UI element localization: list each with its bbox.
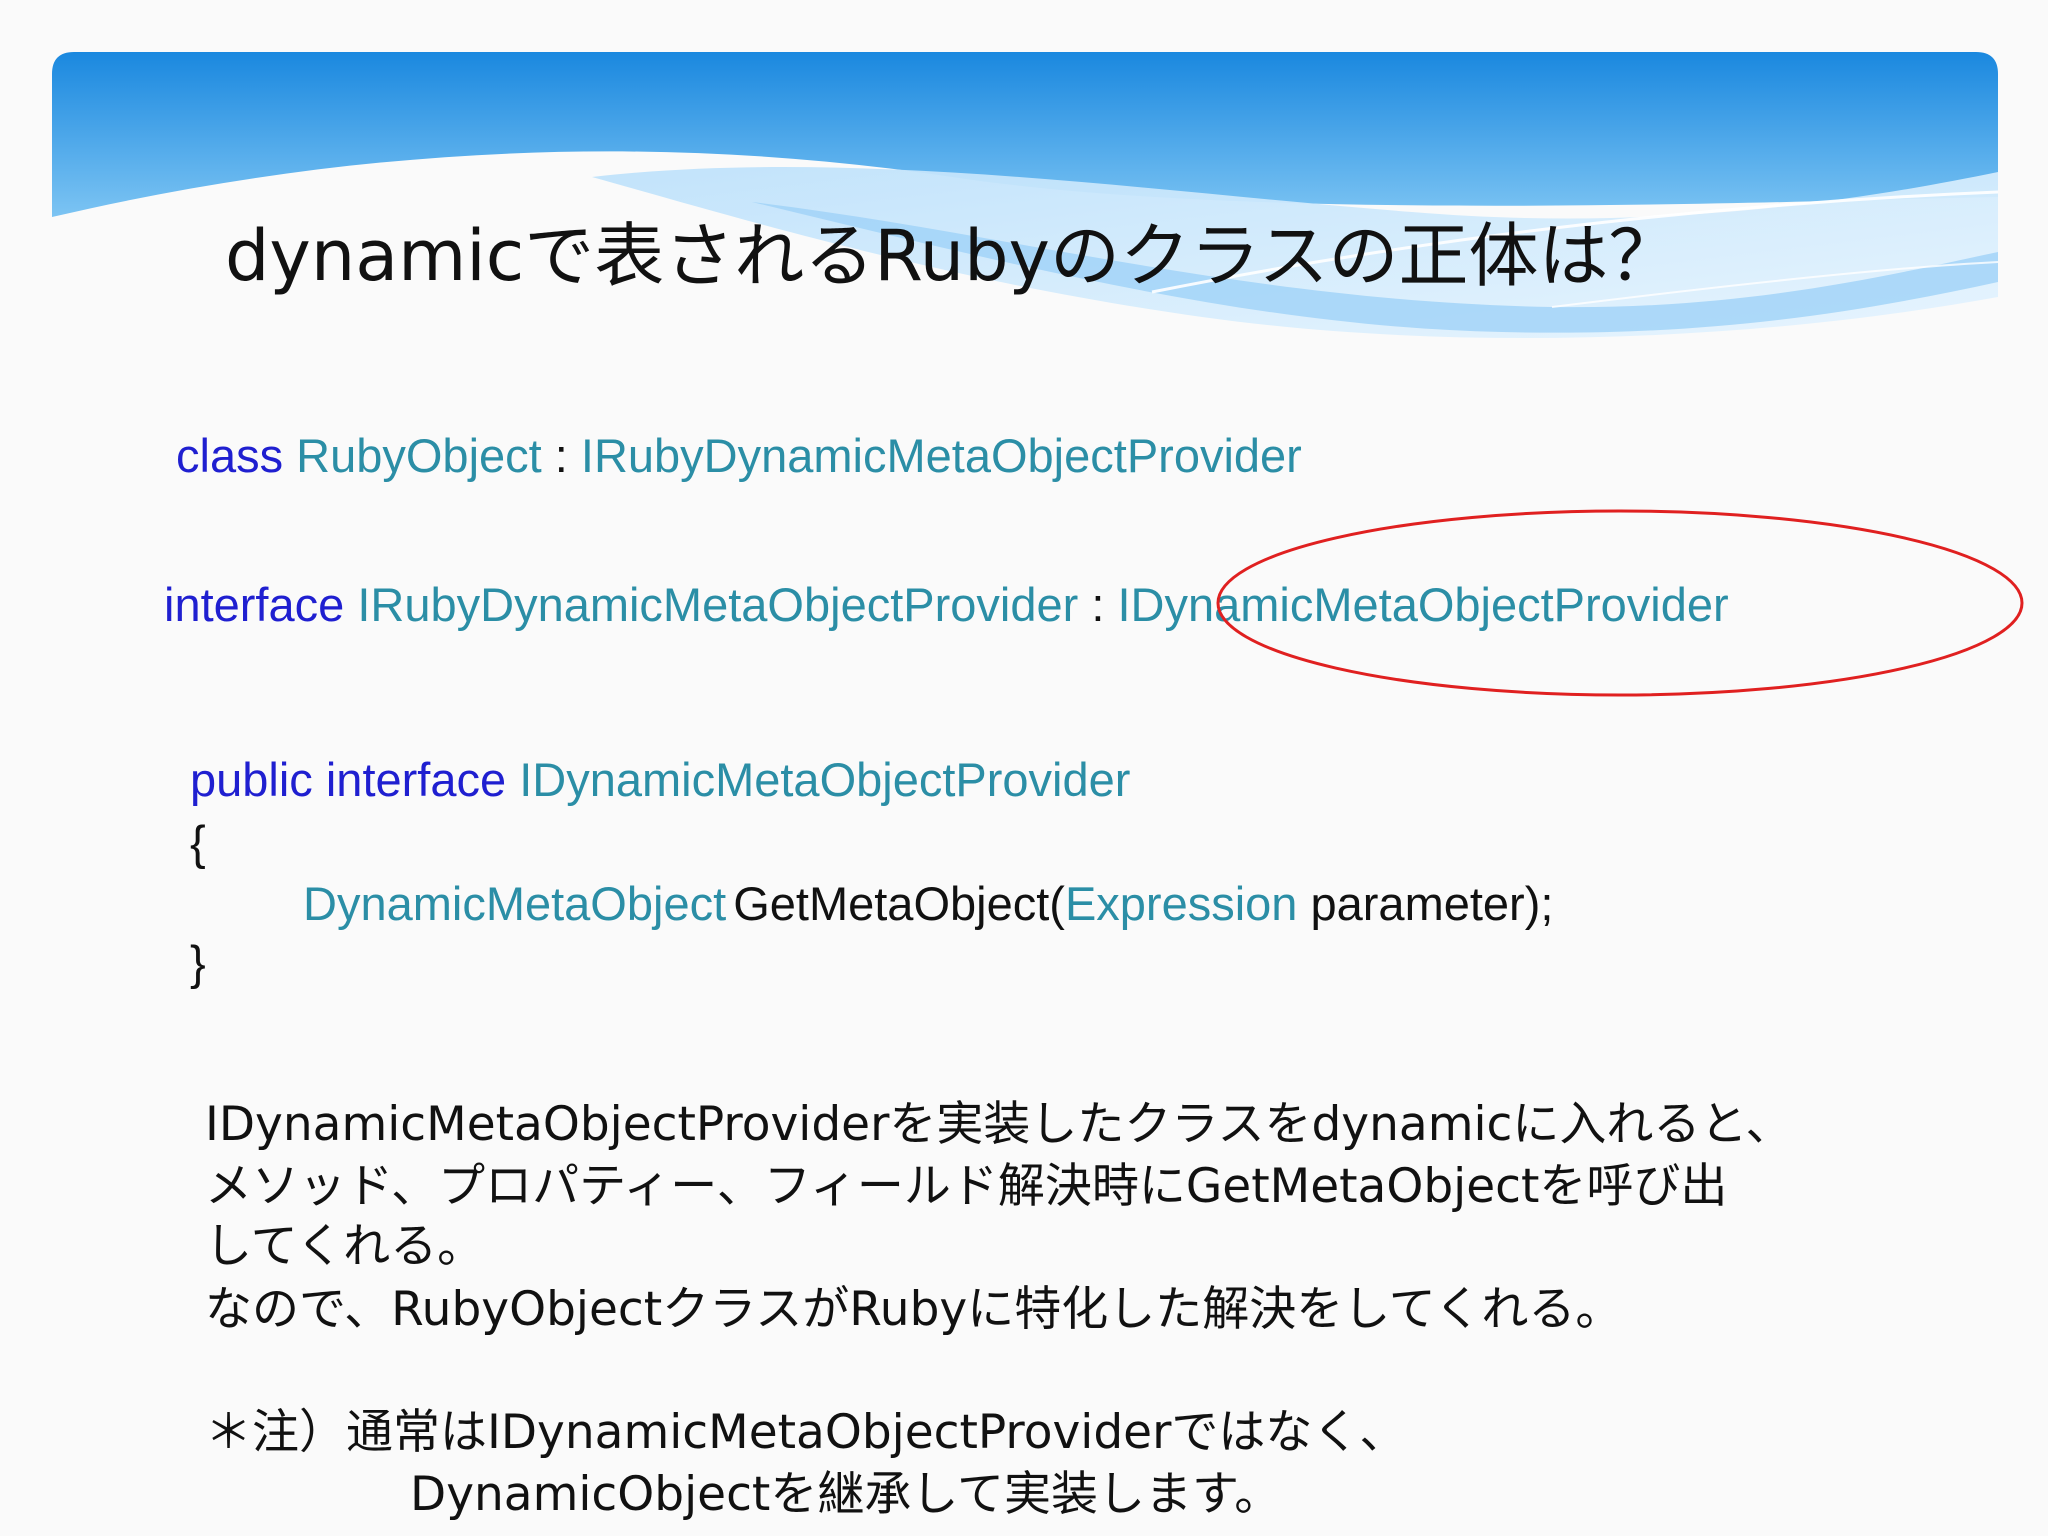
keyword-class: class xyxy=(176,429,284,482)
keyword-interface: interface xyxy=(164,578,345,631)
type-expression: Expression xyxy=(1064,877,1298,930)
method-name: GetMetaObject( xyxy=(733,877,1065,930)
note-line-1: ＊注）通常はIDynamicMetaObjectProviderではなく、 xyxy=(205,1405,1407,1460)
colon-separator: : xyxy=(554,429,568,482)
description-line-4: なので、RubyObjectクラスがRubyに特化した解決をしてくれる。 xyxy=(205,1282,1623,1337)
colon-separator: : xyxy=(1091,578,1105,631)
description-line-1: IDynamicMetaObjectProviderを実装したクラスをdynam… xyxy=(205,1097,1793,1152)
description-line-3: してくれる。 xyxy=(205,1219,485,1274)
code-line-public-interface: public interface IDynamicMetaObjectProvi… xyxy=(190,752,1130,807)
code-line-class: class RubyObject : IRubyDynamicMetaObjec… xyxy=(176,428,1302,483)
type-irubydynamicmetaobjectprovider: IRubyDynamicMetaObjectProvider xyxy=(580,429,1302,482)
type-irubydynamicmetaobjectprovider: IRubyDynamicMetaObjectProvider xyxy=(357,578,1079,631)
slide: dynamicで表されるRubyのクラスの正体は？ class RubyObje… xyxy=(0,0,2048,1536)
close-brace: } xyxy=(190,936,206,989)
description-line-2: メソッド、プロパティー、フィールド解決時にGetMetaObjectを呼び出 xyxy=(205,1159,1728,1214)
slide-title: dynamicで表されるRubyのクラスの正体は？ xyxy=(225,215,1679,297)
note-line-2: DynamicObjectを継承して実装します。 xyxy=(410,1467,1282,1522)
type-dynamicmetaobject: DynamicMetaObject xyxy=(303,877,727,930)
type-rubyobject: RubyObject xyxy=(296,429,542,482)
parameter-text: parameter); xyxy=(1310,877,1554,930)
keyword-public-interface: public interface xyxy=(190,753,507,806)
type-idynamicmetaobjectprovider: IDynamicMetaObjectProvider xyxy=(519,753,1131,806)
red-ellipse-annotation xyxy=(1216,509,2024,697)
code-line-method: DynamicMetaObject GetMetaObject(Expressi… xyxy=(303,876,1553,931)
open-brace: { xyxy=(190,816,206,869)
